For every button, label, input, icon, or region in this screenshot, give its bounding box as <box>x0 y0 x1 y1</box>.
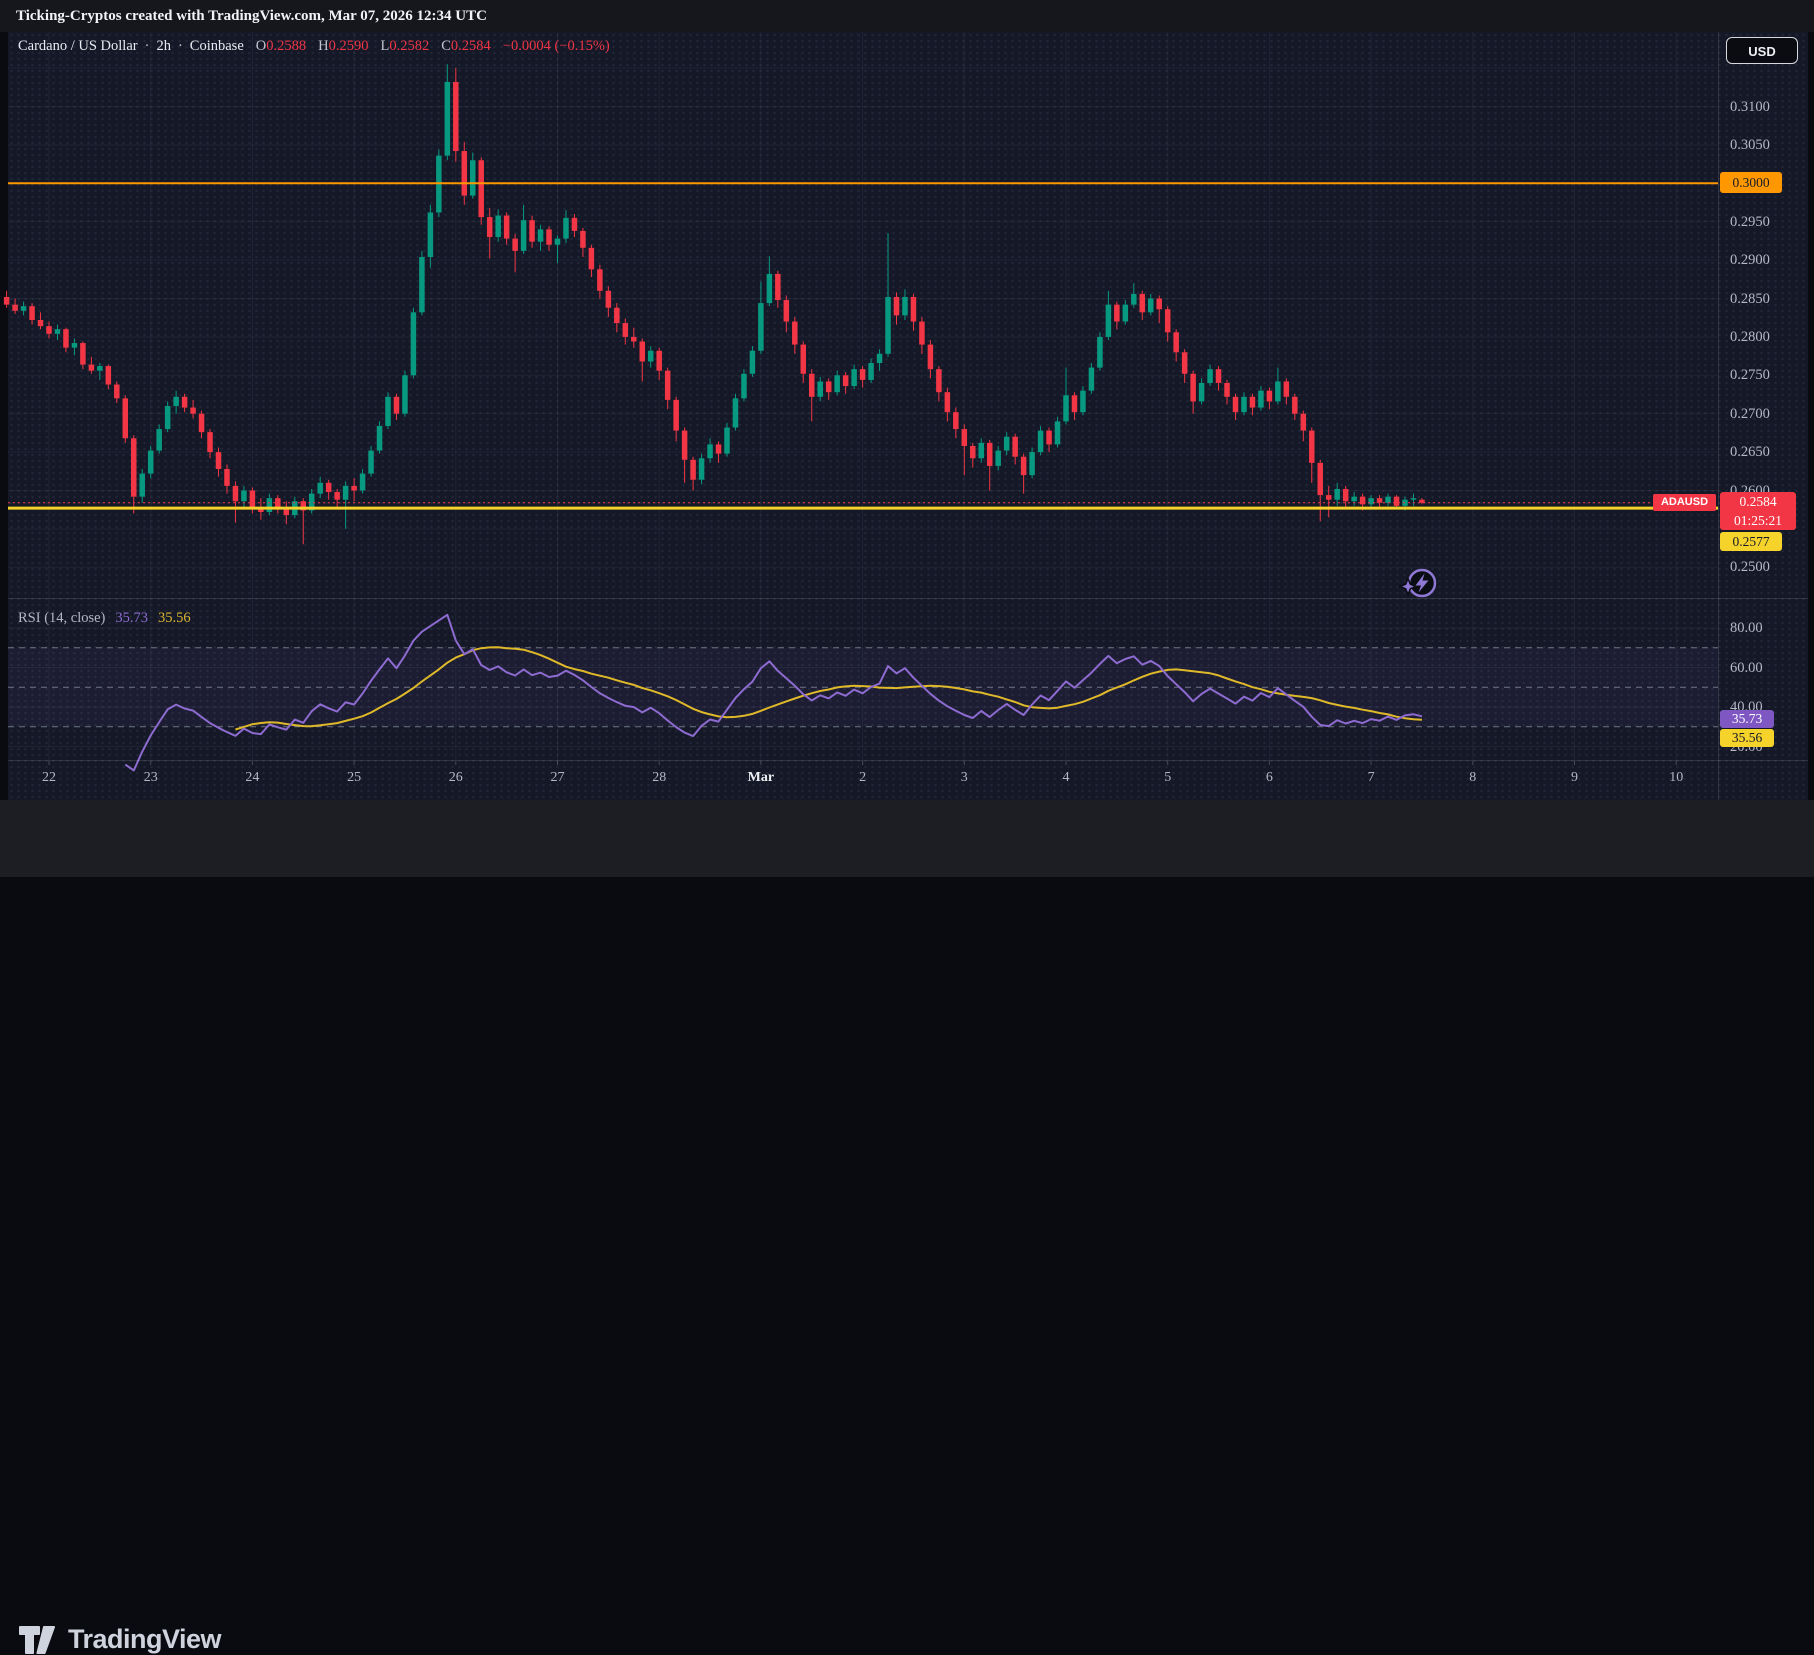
time-axis-label: 8 <box>1451 770 1495 786</box>
price-axis-label: 0.3100 <box>1730 98 1770 116</box>
time-axis-label: 24 <box>230 770 274 786</box>
ohlc-high: H0.2590 <box>318 38 368 55</box>
high-label: H <box>318 38 328 54</box>
rsi-value: 35.73 <box>115 610 148 627</box>
legend-separator: · <box>178 38 183 55</box>
price-axis-label: 0.2750 <box>1730 366 1770 384</box>
open-value: 0.2588 <box>266 38 306 54</box>
candlestick-series <box>4 64 1425 544</box>
tradingview-logo-icon <box>18 1625 56 1655</box>
price-axis-label: 0.3050 <box>1730 136 1770 154</box>
last-price-value: 0.2584 <box>1720 492 1796 511</box>
time-axis-label: 22 <box>27 770 71 786</box>
symbol-legend: Cardano / US Dollar · 2h · Coinbase O0.2… <box>18 38 610 55</box>
change-value: −0.0004 (−0.15%) <box>503 38 610 55</box>
price-axis-label: 0.2700 <box>1730 405 1770 423</box>
price-axis-label: 0.2900 <box>1730 251 1770 269</box>
bottombar: TradingView <box>0 800 1814 877</box>
price-axis-label: 0.2650 <box>1730 443 1770 461</box>
time-axis-label: 26 <box>434 770 478 786</box>
ohlc-low: L0.2582 <box>380 38 429 55</box>
time-axis-label: Mar <box>739 770 783 786</box>
time-axis-label: 10 <box>1654 770 1698 786</box>
high-value: 0.2590 <box>329 38 369 54</box>
rsi-ma-badge: 35.56 <box>1720 729 1774 747</box>
tradingview-logo[interactable]: TradingView <box>18 1624 221 1655</box>
low-value: 0.2582 <box>389 38 429 54</box>
resistance-price-badge: 0.3000 <box>1720 172 1782 193</box>
flash-icon[interactable] <box>1400 570 1435 596</box>
time-axis-label: 9 <box>1553 770 1597 786</box>
time-axis-label: 25 <box>332 770 376 786</box>
rsi-legend: RSI (14, close) 35.73 35.56 <box>18 610 191 627</box>
time-axis-label: 23 <box>129 770 173 786</box>
support-price-badge: 0.2577 <box>1720 532 1782 551</box>
close-value: 0.2584 <box>451 38 491 54</box>
ohlc-open: O0.2588 <box>256 38 306 55</box>
legend-separator: · <box>145 38 150 55</box>
ohlc-close: C0.2584 <box>441 38 491 55</box>
last-price-badge: 0.2584 01:25:21 <box>1720 492 1796 530</box>
currency-button[interactable]: USD <box>1726 37 1798 64</box>
price-axis-label: 0.2850 <box>1730 290 1770 308</box>
rsi-value-badge: 35.73 <box>1720 710 1774 728</box>
close-label: C <box>441 38 451 54</box>
time-axis-label: 27 <box>536 770 580 786</box>
time-axis-label: 4 <box>1044 770 1088 786</box>
bar-countdown: 01:25:21 <box>1720 511 1796 530</box>
symbol-price-tag: ADAUSD <box>1653 494 1716 511</box>
time-axis-label: 6 <box>1247 770 1291 786</box>
time-axis-label: 2 <box>841 770 885 786</box>
rsi-axis-label: 80.00 <box>1730 619 1763 637</box>
price-axis-label: 0.2800 <box>1730 328 1770 346</box>
rsi-title: RSI (14, close) <box>18 610 105 627</box>
price-axis-label: 0.2500 <box>1730 558 1770 576</box>
time-axis-label: 5 <box>1146 770 1190 786</box>
time-axis-label: 7 <box>1349 770 1393 786</box>
low-label: L <box>380 38 389 54</box>
exchange-label: Coinbase <box>190 38 244 55</box>
time-axis-label: 3 <box>942 770 986 786</box>
open-label: O <box>256 38 266 54</box>
price-axis-label: 0.2950 <box>1730 213 1770 231</box>
rsi-axis-label: 60.00 <box>1730 659 1763 677</box>
rsi-ma-value: 35.56 <box>158 610 191 627</box>
symbol-name: Cardano / US Dollar <box>18 38 138 55</box>
chart-canvas[interactable] <box>0 0 1814 877</box>
time-axis-label: 28 <box>637 770 681 786</box>
interval-label: 2h <box>156 38 171 55</box>
tradingview-logo-text: TradingView <box>68 1624 221 1655</box>
